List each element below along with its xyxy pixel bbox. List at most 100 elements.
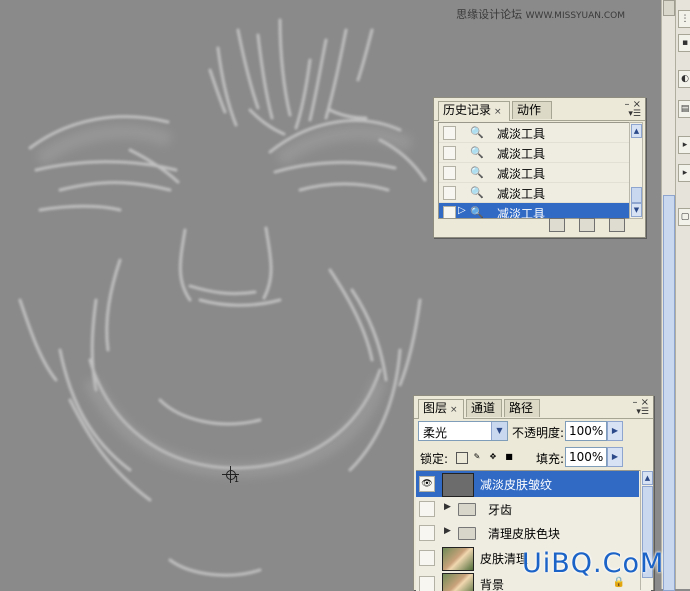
blend-mode-value: 柔光 (423, 426, 448, 440)
history-snapshot-checkbox[interactable] (443, 206, 456, 218)
palette-button-4[interactable]: ▤ (678, 100, 690, 118)
history-item-label: 减淡工具 (497, 147, 546, 161)
fill-value: 100% (569, 450, 604, 464)
right-tool-strip: ⋮ ▪ ◐ ▤ ▸ ▸ ▢ (675, 0, 690, 589)
history-item-label: 减淡工具 (497, 127, 546, 141)
palette-button-1[interactable]: ⋮ (678, 10, 690, 28)
layer-visibility-toggle[interactable] (419, 525, 435, 541)
history-footer (535, 218, 625, 235)
expand-group-icon[interactable]: ▶ (444, 526, 451, 536)
history-item-label: 减淡工具 (497, 207, 546, 219)
tab-channels-label: 通道 (471, 401, 496, 415)
scroll-up-icon[interactable]: ▲ (642, 471, 653, 485)
watermark-url: WWW.MISSYUAN.COM (525, 11, 625, 21)
dodge-tool-icon: 🔍 (470, 166, 484, 179)
palette-button-3[interactable]: ◐ (678, 70, 690, 88)
close-tab-icon[interactable]: × (450, 405, 458, 415)
panel-menu-icon[interactable]: ▾☰ (628, 109, 641, 119)
fill-label: 填充: (536, 452, 565, 466)
palette-button-5[interactable]: ▸ (678, 136, 690, 154)
layer-visibility-toggle[interactable] (419, 501, 435, 517)
history-panel-header: 历史记录 × 动作 – × ▾☰ (434, 98, 645, 121)
scroll-up-icon[interactable]: ▲ (631, 124, 642, 138)
palette-button-7[interactable]: ▢ (678, 208, 690, 226)
tab-layers[interactable]: 图层 × (418, 399, 464, 419)
expand-group-icon[interactable]: ▶ (444, 502, 451, 512)
history-snapshot-checkbox[interactable] (443, 186, 456, 200)
scroll-up-button[interactable] (663, 0, 675, 16)
palette-button-2[interactable]: ▪ (678, 34, 690, 52)
folder-icon (458, 503, 476, 516)
folder-icon (458, 527, 476, 540)
scroll-down-icon[interactable]: ▼ (631, 203, 642, 217)
lock-position-icon[interactable]: ✥ (488, 452, 498, 462)
watermark-site-name: 思缘设计论坛 (456, 8, 523, 21)
layer-name: 皮肤清理 (480, 552, 529, 566)
history-item-label: 减淡工具 (497, 167, 546, 181)
lock-fill-row: 锁定: ✎ ✥ ■ 填充: 100% ▶ (418, 447, 648, 469)
layer-thumbnail (442, 547, 474, 571)
palette-button-6[interactable]: ▸ (678, 164, 690, 182)
history-item[interactable]: ▷ 🔍 减淡工具 (439, 203, 632, 219)
tab-paths[interactable]: 路径 (504, 399, 540, 417)
tab-paths-label: 路径 (509, 401, 534, 415)
watermark-bottom: UiBQ.CoM (522, 548, 665, 579)
opacity-field[interactable]: 100% (565, 421, 607, 441)
document-vertical-scrollbar[interactable] (661, 0, 675, 591)
layer-visibility-toggle[interactable]: 👁 (419, 476, 435, 492)
tab-history-label: 历史记录 (443, 103, 492, 117)
history-snapshot-checkbox[interactable] (443, 146, 456, 160)
history-panel: 历史记录 × 动作 – × ▾☰ 🔍 减淡工具 🔍 减淡工具 🔍 减淡工具 🔍 减淡工具 ▷ 🔍 减淡… (433, 97, 646, 238)
opacity-label: 不透明度: (512, 426, 565, 440)
tab-channels[interactable]: 通道 (466, 399, 502, 417)
history-item[interactable]: 🔍 减淡工具 (439, 163, 632, 183)
layer-row[interactable]: ▶ 清理皮肤色块 (416, 521, 639, 546)
delete-icon[interactable] (609, 218, 625, 232)
dodge-tool-icon: 🔍 (470, 126, 484, 139)
history-item[interactable]: 🔍 减淡工具 (439, 183, 632, 203)
scrollbar-thumb[interactable] (663, 195, 675, 591)
dodge-tool-icon: 🔍 (470, 186, 484, 199)
lock-paint-icon[interactable]: ✎ (472, 452, 482, 462)
history-snapshot-checkbox[interactable] (443, 166, 456, 180)
opacity-slider-button[interactable]: ▶ (607, 421, 623, 441)
fill-slider-button[interactable]: ▶ (607, 447, 623, 467)
fill-field[interactable]: 100% (565, 447, 607, 467)
history-snapshot-checkbox[interactable] (443, 126, 456, 140)
dodge-tool-icon: 🔍 (470, 206, 484, 219)
layer-row[interactable]: 👁 减淡皮肤皱纹 (416, 471, 639, 498)
close-tab-icon[interactable]: × (494, 107, 502, 117)
layer-visibility-toggle[interactable] (419, 550, 435, 566)
history-item[interactable]: 🔍 减淡工具 (439, 143, 632, 163)
layer-name: 减淡皮肤皱纹 (480, 478, 553, 492)
lock-transparency-icon[interactable] (456, 452, 468, 464)
history-scrollbar[interactable]: ▲ ▼ (629, 122, 643, 219)
history-list[interactable]: 🔍 减淡工具 🔍 减淡工具 🔍 减淡工具 🔍 减淡工具 ▷ 🔍 减淡工具 (438, 122, 633, 219)
chevron-down-icon[interactable]: ▼ (491, 422, 507, 440)
layer-thumbnail (442, 573, 474, 591)
panel-menu-icon[interactable]: ▾☰ (636, 407, 649, 417)
opacity-value: 100% (569, 424, 604, 438)
tab-actions-label: 动作 (517, 103, 542, 117)
layers-panel-header: 图层 × 通道 路径 – × ▾☰ (414, 396, 653, 419)
scrollbar-thumb[interactable] (631, 187, 642, 203)
layer-name: 清理皮肤色块 (488, 527, 561, 541)
lock-label: 锁定: (420, 452, 449, 466)
layer-row[interactable]: ▶ 牙齿 (416, 497, 639, 522)
blend-mode-select[interactable]: 柔光 ▼ (418, 421, 508, 441)
dodge-tool-icon: 🔍 (470, 146, 484, 159)
tab-layers-label: 图层 (423, 401, 448, 415)
new-snapshot-icon[interactable] (579, 218, 595, 232)
lock-all-icon[interactable]: ■ (504, 452, 514, 462)
layer-name: 牙齿 (488, 503, 513, 517)
tab-actions[interactable]: 动作 (512, 101, 552, 119)
history-state-marker-icon: ▷ (458, 205, 466, 216)
watermark-top: 思缘设计论坛 WWW.MISSYUAN.COM (456, 6, 625, 22)
tab-history[interactable]: 历史记录 × (438, 101, 510, 121)
dodge-brush-cursor-icon: 1 (222, 466, 240, 484)
new-document-from-state-icon[interactable] (549, 218, 565, 232)
history-item-label: 减淡工具 (497, 187, 546, 201)
cursor-label: 1 (234, 475, 240, 484)
history-item[interactable]: 🔍 减淡工具 (439, 123, 632, 143)
blend-opacity-row: 柔光 ▼ 不透明度: 100% ▶ (418, 421, 648, 443)
